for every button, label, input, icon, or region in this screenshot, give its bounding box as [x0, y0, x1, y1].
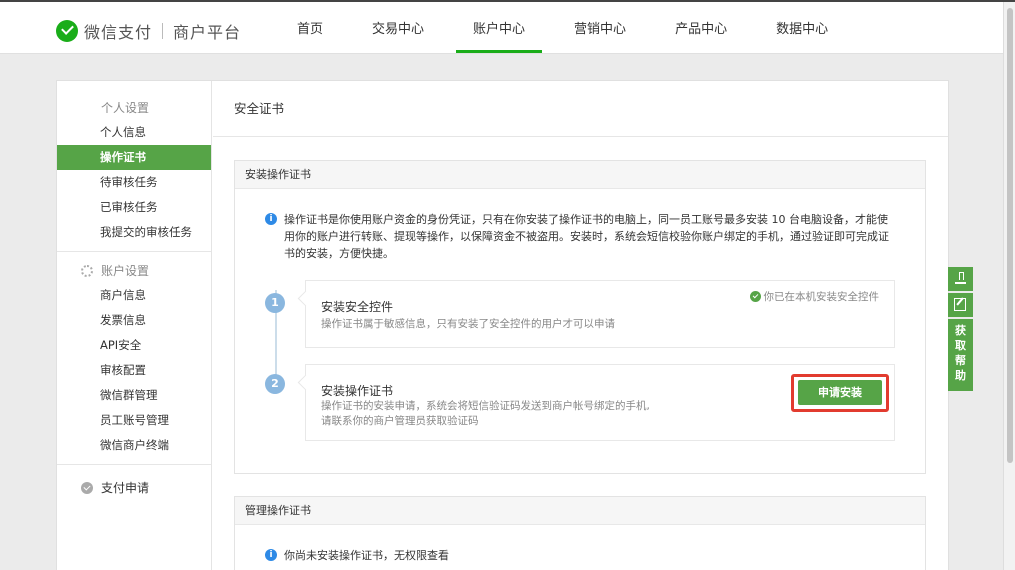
apply-install-highlight: 申请安装	[791, 374, 889, 412]
sidebar-group-pay-apply[interactable]: 支付申请	[57, 475, 211, 500]
sidebar-group-label: 支付申请	[101, 481, 150, 495]
status-text: 你已在本机安装安全控件	[763, 291, 880, 303]
step-1-title: 安装安全控件	[321, 300, 394, 314]
brand-subtitle: 商户平台	[173, 23, 242, 42]
gear-icon	[81, 264, 93, 277]
page-scrollbar[interactable]	[1003, 2, 1015, 570]
panel-heading: 安装操作证书	[235, 161, 925, 189]
main-content: 安全证书 安装操作证书 i 操作证书是你使用账户资金的身份凭证，只有在你安装了操…	[213, 81, 948, 570]
sidebar: 个人设置 个人信息 操作证书 待审核任务 已审核任务 我提交的审核任务 账户设置…	[57, 81, 212, 570]
sidebar-group-label: 个人设置	[101, 101, 150, 115]
help-char: 获	[955, 324, 966, 337]
sidebar-group-personal: 个人设置	[57, 95, 211, 120]
sidebar-item-operation-cert[interactable]: 操作证书	[57, 145, 211, 170]
install-cert-panel: 安装操作证书 i 操作证书是你使用账户资金的身份凭证，只有在你安装了操作证书的电…	[234, 160, 926, 474]
floating-help-bar: 获 取 帮 助	[948, 267, 973, 391]
sidebar-item-wechat-group[interactable]: 微信群管理	[57, 383, 211, 408]
download-icon	[955, 272, 966, 285]
nav-home[interactable]: 首页	[280, 2, 340, 53]
step-2-number: 2	[265, 374, 285, 394]
brand-name: 微信支付	[84, 23, 153, 42]
get-help-button[interactable]: 获 取 帮 助	[948, 319, 973, 391]
install-description: i 操作证书是你使用账户资金的身份凭证，只有在你安装了操作证书的电脑上，同一员工…	[265, 211, 897, 262]
sidebar-item-merchant-terminal[interactable]: 微信商户终端	[57, 433, 211, 458]
sidebar-item-merchant-info[interactable]: 商户信息	[57, 283, 211, 308]
nav-marketing-center[interactable]: 营销中心	[557, 2, 643, 53]
page-title: 安全证书	[213, 81, 948, 137]
step-1-box: 安装安全控件 操作证书属于敏感信息，只有安装了安全控件的用户才可以申请 你已在本…	[305, 280, 895, 348]
manage-cert-panel: 管理操作证书 i 你尚未安装操作证书，无权限查看	[234, 496, 926, 570]
brand-logo[interactable]: 微信支付 商户平台	[56, 20, 241, 42]
sidebar-divider	[57, 251, 211, 252]
control-installed-status: 你已在本机安装安全控件	[749, 289, 880, 304]
info-icon: i	[265, 549, 277, 561]
sidebar-group-label: 账户设置	[101, 264, 150, 278]
nav-trade-center[interactable]: 交易中心	[355, 2, 441, 53]
content-wrapper: 个人设置 个人信息 操作证书 待审核任务 已审核任务 我提交的审核任务 账户设置…	[56, 80, 949, 570]
sidebar-item-api-security[interactable]: API安全	[57, 333, 211, 358]
sidebar-item-reviewed-tasks[interactable]: 已审核任务	[57, 195, 211, 220]
scrollbar-thumb[interactable]	[1007, 8, 1013, 463]
nav-product-center[interactable]: 产品中心	[658, 2, 744, 53]
sidebar-item-invoice-info[interactable]: 发票信息	[57, 308, 211, 333]
sidebar-item-review-config[interactable]: 审核配置	[57, 358, 211, 383]
apply-install-button[interactable]: 申请安装	[798, 380, 882, 405]
nav-account-center[interactable]: 账户中心	[456, 2, 543, 53]
brand-separator	[162, 23, 164, 39]
sidebar-item-my-submitted-tasks[interactable]: 我提交的审核任务	[57, 220, 211, 245]
notice-text: 你尚未安装操作证书，无权限查看	[284, 549, 449, 562]
step-1-subtitle: 操作证书属于敏感信息，只有安装了安全控件的用户才可以申请	[321, 318, 615, 330]
sidebar-item-staff-accounts[interactable]: 员工账号管理	[57, 408, 211, 433]
help-char: 助	[955, 369, 966, 382]
download-button[interactable]	[948, 267, 973, 291]
pay-icon	[81, 481, 93, 494]
manage-notice: i 你尚未安装操作证书，无权限查看	[265, 547, 449, 564]
edit-icon	[954, 298, 966, 311]
step-2-title: 安装操作证书	[321, 384, 394, 398]
panel-heading: 管理操作证书	[235, 497, 925, 525]
grid-icon	[81, 102, 93, 114]
top-header: 微信支付 商户平台 首页 交易中心 账户中心 营销中心 产品中心 数据中心	[0, 2, 1003, 54]
sidebar-group-account: 账户设置	[57, 258, 211, 283]
main-nav: 首页 交易中心 账户中心 营销中心 产品中心 数据中心	[280, 2, 860, 53]
step-2-subtitle-line1: 操作证书的安装申请，系统会将短信验证码发送到商户帐号绑定的手机,	[321, 400, 650, 412]
description-text: 操作证书是你使用账户资金的身份凭证，只有在你安装了操作证书的电脑上，同一员工账号…	[284, 213, 889, 260]
step-1-number: 1	[265, 293, 285, 313]
wechat-pay-logo-icon	[56, 20, 78, 42]
check-circle-icon	[749, 291, 761, 302]
help-char: 取	[955, 339, 966, 352]
step-2-subtitle-line2: 请联系你的商户管理员获取验证码	[321, 415, 479, 427]
sidebar-divider	[57, 464, 211, 465]
sidebar-item-pending-tasks[interactable]: 待审核任务	[57, 170, 211, 195]
help-char: 帮	[955, 354, 966, 367]
info-icon: i	[265, 213, 277, 225]
nav-data-center[interactable]: 数据中心	[759, 2, 845, 53]
step-2-box: 安装操作证书 操作证书的安装申请，系统会将短信验证码发送到商户帐号绑定的手机, …	[305, 364, 895, 441]
feedback-button[interactable]	[948, 293, 973, 317]
sidebar-item-personal-info[interactable]: 个人信息	[57, 120, 211, 145]
